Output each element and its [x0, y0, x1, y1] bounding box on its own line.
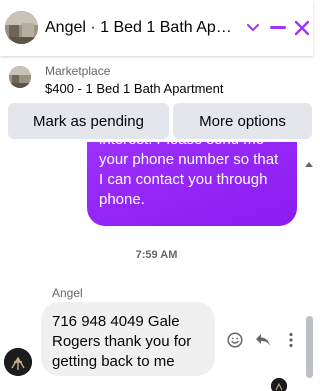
message-line: getting back to me: [52, 353, 175, 370]
incoming-message-bubble[interactable]: 716 948 4049 Gale Rogers thank you for g…: [41, 302, 215, 376]
listing-avatar[interactable]: [5, 11, 38, 44]
listing-price-title: $400 - 1 Bed 1 Bath Apartment: [45, 81, 224, 96]
message-line: your phone number so that: [99, 151, 279, 168]
more-options-button[interactable]: More options: [173, 103, 312, 139]
chevron-down-icon[interactable]: [240, 14, 266, 42]
listing-actions: Mark as pending More options: [0, 102, 313, 142]
scrollbar-thumb[interactable]: [306, 316, 313, 378]
message-line: phone.: [99, 191, 145, 208]
chat-title[interactable]: Angel · 1 Bed 1 Bath Apartment: [45, 19, 237, 37]
marketplace-label: Marketplace: [45, 64, 111, 78]
message-line: 716 948 4049 Gale: [52, 313, 180, 330]
more-icon[interactable]: [279, 328, 303, 352]
reply-icon[interactable]: [251, 328, 275, 352]
listing-thumbnail: [9, 66, 31, 88]
seen-receipt-avatar: [271, 378, 287, 391]
message-line: I can contact you through: [99, 171, 268, 188]
scroll-up-arrow-icon[interactable]: [305, 156, 313, 167]
marketplace-listing[interactable]: Marketplace $400 - 1 Bed 1 Bath Apartmen…: [0, 56, 313, 102]
chat-header: Angel · 1 Bed 1 Bath Apartment: [0, 0, 313, 56]
emoji-icon[interactable]: [223, 328, 247, 352]
message-thread[interactable]: interest. Please send me your phone numb…: [0, 142, 313, 391]
outgoing-message-bubble[interactable]: interest. Please send me your phone numb…: [87, 142, 297, 226]
mark-as-pending-button[interactable]: Mark as pending: [8, 103, 169, 139]
sender-avatar[interactable]: [4, 348, 32, 376]
message-line: interest. Please send me: [99, 142, 285, 150]
message-timestamp: 7:59 AM: [135, 249, 178, 261]
close-icon[interactable]: [289, 14, 315, 42]
message-line: Rogers thank you for: [52, 333, 192, 350]
minimize-icon[interactable]: [265, 14, 291, 42]
sender-name: Angel: [52, 286, 83, 300]
